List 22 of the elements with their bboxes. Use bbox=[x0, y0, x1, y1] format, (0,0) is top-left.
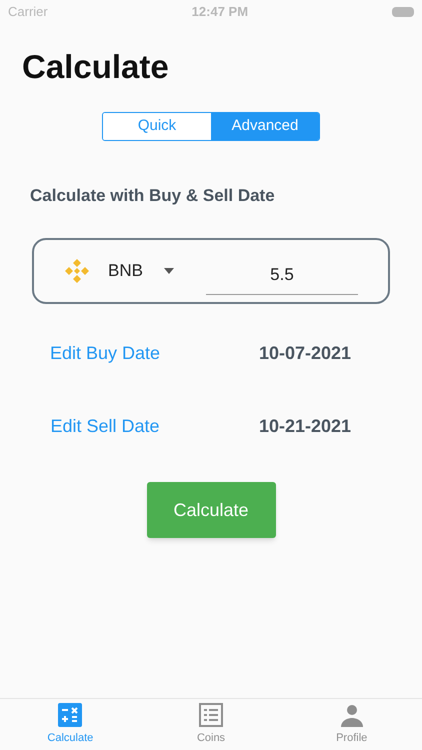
tab-bar-item[interactable]: Coins bbox=[140, 699, 282, 750]
amount-field[interactable]: 5.5 bbox=[206, 255, 358, 295]
person-icon bbox=[340, 702, 364, 727]
caret-icon bbox=[164, 268, 174, 274]
page-title: Calculate bbox=[22, 47, 169, 87]
battery-icon bbox=[392, 7, 414, 17]
coin-dropdown[interactable]: BNB bbox=[108, 258, 174, 284]
segment-tab[interactable]: Quick bbox=[103, 112, 211, 140]
date-value: 10-21-2021 bbox=[258, 415, 352, 438]
date-value: 10-07-2021 bbox=[258, 342, 352, 365]
status-time: 12:47 PM bbox=[192, 3, 248, 22]
edit-date-link[interactable]: Edit Sell Date bbox=[0, 413, 210, 440]
calculate-button[interactable]: Calculate bbox=[146, 482, 276, 538]
segment-tab[interactable]: Advanced bbox=[211, 112, 319, 140]
calculator-icon bbox=[58, 702, 82, 727]
coin-logo-icon bbox=[64, 258, 90, 284]
tab-bar-item[interactable]: Profile bbox=[281, 699, 422, 750]
tab-bar-item[interactable]: Calculate bbox=[0, 699, 141, 750]
section-subtitle: Calculate with Buy & Sell Date bbox=[30, 184, 275, 206]
edit-date-link[interactable]: Edit Buy Date bbox=[0, 340, 210, 367]
list-icon bbox=[199, 702, 223, 727]
carrier-label: Carrier bbox=[8, 3, 48, 22]
